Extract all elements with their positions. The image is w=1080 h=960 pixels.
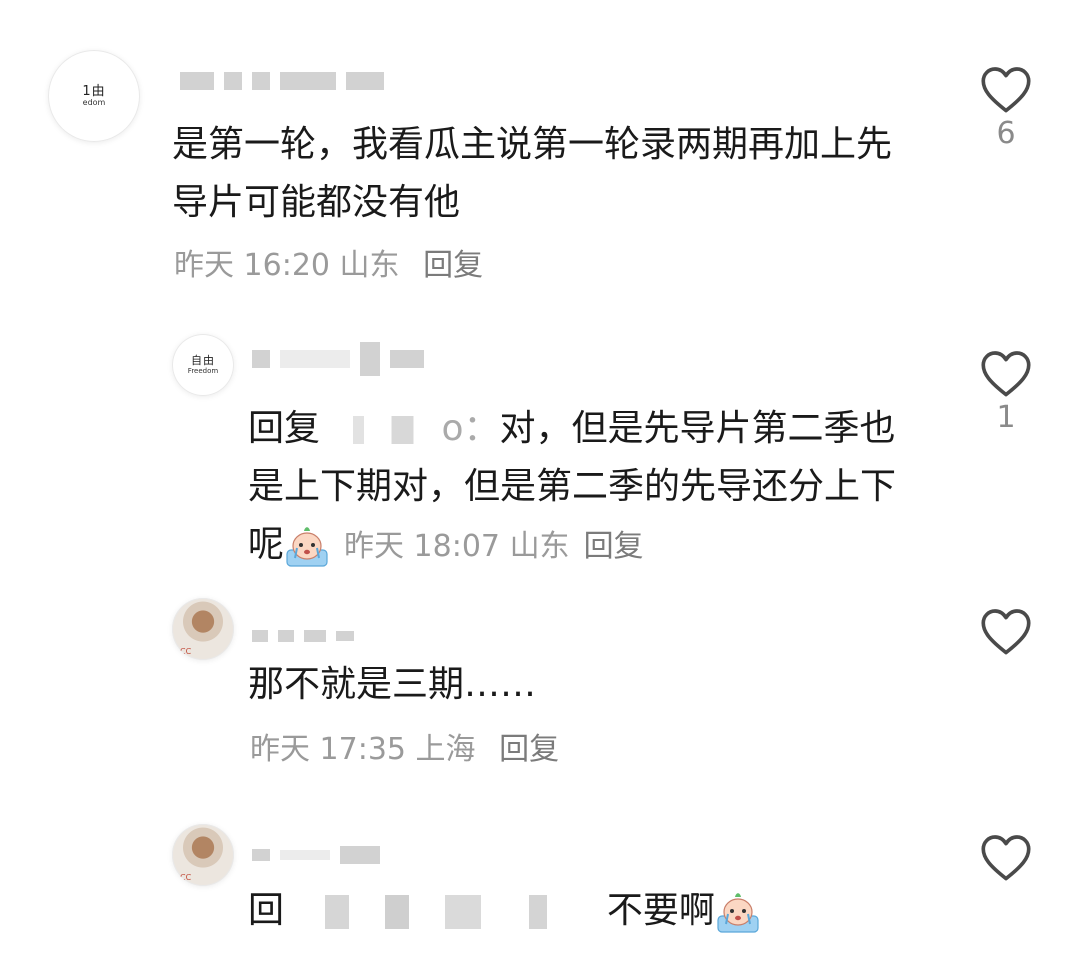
comment-text: 回 不要啊 — [248, 882, 928, 940]
avatar[interactable]: CC — [172, 824, 234, 886]
avatar[interactable]: 自由 Freedom — [172, 334, 234, 396]
avatar-subtext: Freedom — [187, 366, 219, 375]
comment-meta: 昨天 16:20 山东 回复 — [174, 246, 483, 286]
like-button[interactable] — [976, 832, 1036, 882]
username-redacted[interactable] — [252, 846, 380, 864]
avatar[interactable]: 1由 edom — [48, 50, 140, 142]
comment-time: 昨天 18:07 — [344, 529, 501, 564]
reply-prefix: 回复 — [248, 408, 321, 449]
avatar-text: 自由 — [191, 353, 215, 367]
comment-meta: 昨天 18:07 山东 回复 — [344, 529, 644, 564]
reply-target-redacted[interactable] — [331, 416, 442, 444]
like-count: 1 — [996, 400, 1016, 435]
heart-outline-icon — [981, 351, 1031, 397]
comment-time: 昨天 17:35 — [250, 732, 406, 767]
crying-face-emoji — [717, 893, 759, 933]
username-redacted[interactable] — [180, 72, 384, 90]
username-redacted[interactable] — [252, 342, 424, 376]
heart-outline-icon — [981, 609, 1031, 655]
reply-button[interactable]: 回复 — [423, 248, 483, 283]
like-button[interactable] — [976, 606, 1036, 656]
comment-item: 1由 edom 是第一轮，我看瓜主说第一轮录两期再加上先导片可能都没有他 昨天 … — [0, 0, 1080, 300]
comment-time: 昨天 16:20 — [174, 248, 330, 283]
username-redacted[interactable] — [252, 630, 354, 642]
comment-meta: 昨天 17:35 上海 回复 — [250, 730, 559, 770]
avatar-subtext: CC — [180, 873, 192, 882]
comment-item: CC 那不就是三期…… 昨天 17:35 上海 回复 — [0, 590, 1080, 790]
comment-location: 上海 — [415, 732, 476, 767]
like-button[interactable]: 6 — [976, 64, 1036, 154]
heart-outline-icon — [981, 835, 1031, 881]
avatar[interactable]: CC — [172, 598, 234, 660]
comment-location: 山东 — [339, 248, 400, 283]
reply-prefix: 回 — [248, 890, 285, 931]
reply-button[interactable]: 回复 — [584, 529, 644, 564]
comment-item: CC 回 不要啊 — [0, 810, 1080, 960]
comment-text: 回复 o：对，但是先导片第二季也是上下期对，但是第二季的先导还分上下呢 昨天 18… — [248, 400, 928, 576]
comment-text: 那不就是三期…… — [248, 664, 537, 705]
reply-target-redacted[interactable] — [295, 895, 596, 929]
comment-text: 是第一轮，我看瓜主说第一轮录两期再加上先导片可能都没有他 — [172, 124, 893, 223]
reply-target-tail: o： — [441, 408, 500, 449]
avatar-subtext: CC — [180, 647, 192, 656]
avatar-text: 1由 — [82, 83, 106, 99]
crying-face-emoji — [286, 527, 328, 567]
like-count: 6 — [996, 116, 1016, 151]
reply-button[interactable]: 回复 — [499, 732, 559, 767]
comment-item: 自由 Freedom 回复 o：对，但是先导片第二季也是上下期对，但是第二季的先… — [0, 320, 1080, 580]
comment-location: 山东 — [509, 529, 570, 564]
like-button[interactable]: 1 — [976, 348, 1036, 438]
avatar-subtext: edom — [82, 97, 106, 107]
comment-body: 不要啊 — [606, 890, 715, 931]
heart-outline-icon — [981, 67, 1031, 113]
